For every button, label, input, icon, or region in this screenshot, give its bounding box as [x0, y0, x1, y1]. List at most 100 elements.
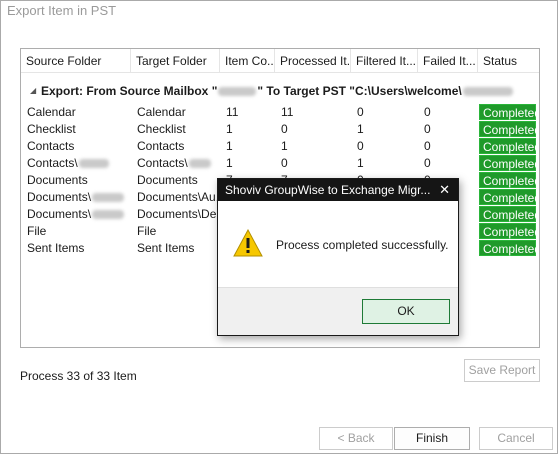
cell-target-folder: Sent Items	[133, 240, 220, 257]
group-header[interactable]: ◢ Export: From Source Mailbox " " To Targ…	[21, 80, 539, 102]
cell-failed-items: 0	[420, 155, 475, 172]
process-status-text: Process 33 of 33 Item	[20, 369, 137, 383]
export-window: Export Item in PST Source Folder Target …	[0, 0, 558, 454]
cell-target-folder: Contacts	[133, 138, 220, 155]
list-header: Source Folder Target Folder Item Co... P…	[21, 49, 539, 73]
cell-source-folder-text: Sent Items	[27, 241, 85, 255]
column-header-failed-items[interactable]: Failed It...	[418, 49, 478, 73]
cell-source-folder: Checklist	[23, 121, 129, 138]
cell-filtered-items: 1	[353, 121, 415, 138]
cell-target-folder-text: Contacts	[137, 139, 185, 153]
cell-source-folder: File	[23, 223, 129, 240]
window-title: Export Item in PST	[7, 3, 117, 18]
cell-target-folder-text: Documents	[137, 173, 198, 187]
cell-source-folder: Documents\	[23, 189, 129, 206]
cell-filtered-items: 0	[353, 104, 415, 121]
cell-filtered-items-text: 1	[357, 122, 364, 136]
redacted-path	[462, 87, 513, 97]
cell-processed-items-text: 11	[281, 105, 294, 119]
cell-failed-items: 0	[420, 121, 475, 138]
cell-failed-items-text: 0	[424, 122, 431, 136]
status-badge: Completed	[479, 206, 539, 222]
cell-target-folder-text: Calendar	[137, 105, 186, 119]
redacted-folder-name	[78, 159, 109, 169]
status-badge: Completed	[479, 223, 539, 239]
status-badge: Completed	[479, 104, 539, 120]
cell-source-folder-text: File	[27, 224, 47, 238]
status-badge: Completed	[479, 172, 539, 188]
dialog-body: Process completed successfully.	[218, 201, 458, 287]
cell-item-count: 1	[222, 155, 272, 172]
cell-source-folder-text: Documents	[27, 173, 88, 187]
dialog-message: Process completed successfully.	[276, 238, 449, 252]
cell-processed-items: 11	[277, 104, 347, 121]
cell-source-folder-text: Documents\	[27, 207, 92, 221]
cell-filtered-items: 1	[353, 155, 415, 172]
cell-source-folder-text: Contacts\	[27, 156, 78, 170]
dialog-title-bar: Shoviv GroupWise to Exchange Migr... ✕	[218, 179, 458, 201]
cell-source-folder-text: Calendar	[27, 105, 76, 119]
cell-item-count-text: 1	[226, 156, 233, 170]
warning-icon	[233, 229, 263, 257]
redacted-mailbox	[218, 87, 257, 97]
ok-button[interactable]: OK	[362, 299, 450, 324]
cell-target-folder: Contacts\	[133, 155, 220, 172]
status-badge: Completed	[479, 138, 539, 154]
back-button[interactable]: < Back	[319, 427, 393, 450]
table-row[interactable]: Contacts\ Contacts\ 1 0 1 0 Completed	[21, 155, 539, 172]
status-badge: Completed	[479, 189, 539, 205]
cell-processed-items-text: 1	[281, 139, 288, 153]
close-icon[interactable]: ✕	[439, 179, 450, 201]
status-badge: Completed	[479, 121, 539, 137]
save-report-button[interactable]: Save Report	[464, 359, 540, 382]
cell-target-folder-text: File	[137, 224, 157, 238]
cell-item-count: 1	[222, 121, 272, 138]
cell-filtered-items-text: 1	[357, 156, 364, 170]
redacted-folder-name	[92, 210, 125, 220]
group-label: Export: From Source Mailbox " " To Target…	[41, 80, 514, 102]
cell-target-folder-text: Documents\Au...	[137, 190, 220, 204]
cell-item-count-text: 1	[226, 122, 233, 136]
cell-target-folder: Documents\Au...	[133, 189, 220, 206]
column-header-processed-items[interactable]: Processed It...	[275, 49, 351, 73]
cell-target-folder-text: Checklist	[137, 122, 186, 136]
cell-failed-items: 0	[420, 138, 475, 155]
redacted-folder-name	[188, 159, 211, 169]
cell-source-folder: Sent Items	[23, 240, 129, 257]
cell-filtered-items-text: 0	[357, 105, 364, 119]
column-header-status[interactable]: Status	[478, 49, 539, 73]
cell-target-folder-text: Sent Items	[137, 241, 195, 255]
column-header-filtered-items[interactable]: Filtered It...	[351, 49, 418, 73]
group-label-middle: " To Target PST "C:\Users\welcome\	[257, 84, 462, 98]
cancel-button[interactable]: Cancel	[479, 427, 553, 450]
table-row[interactable]: Calendar Calendar 11 11 0 0 Completed	[21, 104, 539, 121]
cell-processed-items: 0	[277, 121, 347, 138]
column-header-item-count[interactable]: Item Co...	[220, 49, 275, 73]
cell-failed-items-text: 0	[424, 105, 431, 119]
cell-source-folder: Contacts	[23, 138, 129, 155]
table-row[interactable]: Checklist Checklist 1 0 1 0 Completed	[21, 121, 539, 138]
cell-filtered-items-text: 0	[357, 139, 364, 153]
finish-button[interactable]: Finish	[394, 427, 470, 450]
cell-target-folder-text: Documents\De...	[137, 207, 220, 221]
cell-source-folder-text: Contacts	[27, 139, 75, 153]
dialog-footer: OK	[218, 287, 458, 335]
cell-source-folder-text: Documents\	[27, 190, 92, 204]
cell-target-folder: Checklist	[133, 121, 220, 138]
cell-item-count: 11	[222, 104, 272, 121]
dialog-title: Shoviv GroupWise to Exchange Migr...	[225, 183, 431, 197]
table-row[interactable]: Contacts Contacts 1 1 0 0 Completed	[21, 138, 539, 155]
cell-processed-items: 0	[277, 155, 347, 172]
status-badge: Completed	[479, 240, 539, 256]
cell-target-folder: Documents	[133, 172, 220, 189]
completion-dialog: Shoviv GroupWise to Exchange Migr... ✕ P…	[217, 178, 459, 336]
cell-target-folder-text: Contacts\	[137, 156, 188, 170]
cell-processed-items-text: 0	[281, 122, 288, 136]
column-header-source-folder[interactable]: Source Folder	[21, 49, 131, 73]
cell-target-folder: Documents\De...	[133, 206, 220, 223]
column-header-target-folder[interactable]: Target Folder	[131, 49, 220, 73]
title-bar: Export Item in PST	[1, 1, 557, 31]
cell-processed-items-text: 0	[281, 156, 288, 170]
cell-target-folder: Calendar	[133, 104, 220, 121]
collapse-arrow-icon[interactable]: ◢	[30, 80, 36, 102]
